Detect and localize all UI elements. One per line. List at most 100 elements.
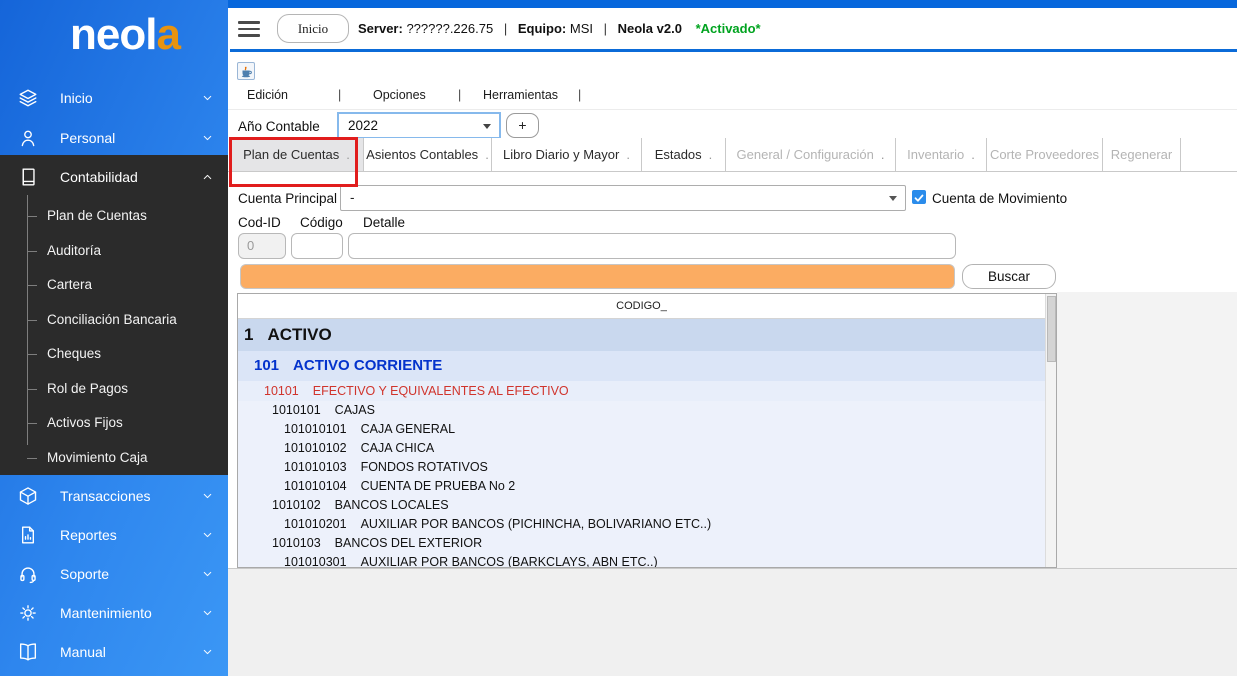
sidebar-item-activos-fijos[interactable]: Activos Fijos: [0, 406, 228, 441]
sidebar-item-label: Transacciones: [60, 488, 151, 504]
year-value: 2022: [348, 118, 378, 133]
menu-opciones[interactable]: Opciones: [373, 88, 426, 102]
java-app-icon: [237, 62, 255, 80]
tabbar-divider: [228, 171, 1237, 172]
table-row[interactable]: 101010101CAJA GENERAL: [238, 420, 1045, 439]
chevron-down-icon: [201, 92, 214, 105]
sidebar-item-plan-de-cuentas[interactable]: Plan de Cuentas: [0, 199, 228, 234]
tab-estados[interactable]: Estados.: [642, 138, 726, 172]
cuenta-principal-value: -: [350, 190, 355, 205]
chevron-down-icon: [201, 132, 214, 145]
chevron-down-icon: [889, 196, 897, 201]
server-label: Server:: [358, 21, 403, 36]
cuenta-principal-label: Cuenta Principal: [238, 191, 337, 206]
tab-plan-de-cuentas[interactable]: Plan de Cuentas.: [230, 138, 364, 172]
detalle-field[interactable]: [348, 233, 956, 259]
gear-icon: [17, 602, 39, 624]
chevron-down-icon: [201, 490, 214, 503]
cuenta-movimiento-label: Cuenta de Movimiento: [932, 191, 1067, 206]
sidebar-item-label: Personal: [60, 130, 115, 146]
sidebar: neola Inicio Personal Contabilidad Plan …: [0, 0, 228, 676]
server-value: ??????.226.75: [406, 21, 493, 36]
cuenta-movimiento-checkbox[interactable]: [912, 190, 926, 204]
sidebar-item-label: Reportes: [60, 527, 117, 543]
sidebar-item-contabilidad[interactable]: Contabilidad: [0, 155, 228, 199]
menu-herramientas[interactable]: Herramientas: [483, 88, 558, 102]
sidebar-item-inicio[interactable]: Inicio: [0, 78, 228, 118]
menu-separator: |: [338, 88, 341, 102]
cuenta-principal-select[interactable]: -: [340, 185, 906, 211]
sidebar-item-mantenimiento[interactable]: Mantenimiento: [0, 593, 228, 633]
ledger-icon: [17, 166, 39, 188]
menu-edicion[interactable]: Edición: [247, 88, 288, 102]
logo-accent-letter: a: [156, 10, 179, 59]
equipo-value: MSI: [570, 21, 593, 36]
equipo-label: Equipo:: [518, 21, 566, 36]
sidebar-item-movimiento-caja[interactable]: Movimiento Caja: [0, 441, 228, 476]
sidebar-expanded-section: Contabilidad Plan de Cuentas Auditoría C…: [0, 155, 228, 475]
sidebar-item-manual[interactable]: Manual: [0, 632, 228, 672]
table-row[interactable]: 1010101CAJAS: [238, 401, 1045, 420]
contabilidad-submenu: Plan de Cuentas Auditoría Cartera Concil…: [0, 199, 228, 475]
table-row[interactable]: 101010201AUXILIAR POR BANCOS (PICHINCHA,…: [238, 515, 1045, 534]
table-row[interactable]: 101010104CUENTA DE PRUEBA No 2: [238, 477, 1045, 496]
cod-id-field: 0: [238, 233, 286, 259]
sidebar-item-soporte[interactable]: Soporte: [0, 554, 228, 594]
headset-icon: [17, 563, 39, 585]
chevron-down-icon: [201, 568, 214, 581]
tab-asientos-contables[interactable]: Asientos Contables.: [364, 138, 492, 172]
buscar-button[interactable]: Buscar: [962, 264, 1056, 289]
sidebar-item-cartera[interactable]: Cartera: [0, 268, 228, 303]
report-icon: [17, 524, 39, 546]
layers-icon: [17, 87, 39, 109]
sidebar-item-auditoria[interactable]: Auditoría: [0, 234, 228, 269]
table-scrollbar[interactable]: [1045, 294, 1056, 567]
chevron-down-icon: [483, 124, 491, 129]
sidebar-item-reportes[interactable]: Reportes: [0, 515, 228, 555]
table-rows: 1ACTIVO 101ACTIVO CORRIENTE 10101EFECTIV…: [238, 319, 1045, 567]
server-status-line: Server: ??????.226.75 | Equipo: MSI | Ne…: [358, 21, 761, 36]
table-row[interactable]: 10101EFECTIVO Y EQUIVALENTES AL EFECTIVO: [238, 381, 1045, 401]
sidebar-item-rol-de-pagos[interactable]: Rol de Pagos: [0, 372, 228, 407]
scrollbar-thumb[interactable]: [1047, 296, 1056, 362]
table-row[interactable]: 101010301AUXILIAR POR BANCOS (BARKCLAYS,…: [238, 553, 1045, 567]
person-icon: [17, 127, 39, 149]
table-row[interactable]: 101010102CAJA CHICA: [238, 439, 1045, 458]
home-button[interactable]: Inicio: [277, 14, 349, 43]
chevron-down-icon: [201, 607, 214, 620]
tab-libro-diario-y-mayor[interactable]: Libro Diario y Mayor.: [492, 138, 642, 172]
year-select[interactable]: 2022: [337, 112, 501, 139]
menu-separator: |: [578, 88, 581, 102]
table-row[interactable]: 1ACTIVO: [238, 319, 1045, 351]
year-label: Año Contable: [238, 119, 320, 134]
content-background: [1057, 292, 1237, 569]
table-row[interactable]: 101010103FONDOS ROTATIVOS: [238, 458, 1045, 477]
column-header-codigo[interactable]: CODIGO_: [238, 294, 1045, 319]
sidebar-item-cheques[interactable]: Cheques: [0, 337, 228, 372]
sidebar-item-label: Mantenimiento: [60, 605, 152, 621]
tab-regenerar: Regenerar: [1103, 138, 1181, 172]
sidebar-item-conciliacion-bancaria[interactable]: Conciliación Bancaria: [0, 303, 228, 338]
sidebar-item-transacciones[interactable]: Transacciones: [0, 476, 228, 516]
table-row[interactable]: 1010103BANCOS DEL EXTERIOR: [238, 534, 1045, 553]
sidebar-item-label: Contabilidad: [60, 169, 138, 185]
sidebar-item-label: Manual: [60, 644, 106, 660]
sidebar-item-personal[interactable]: Personal: [0, 118, 228, 158]
codigo-field[interactable]: [291, 233, 343, 259]
chevron-down-icon: [201, 646, 214, 659]
add-year-button[interactable]: +: [506, 113, 539, 138]
search-highlight-bar[interactable]: [240, 264, 955, 289]
table-row[interactable]: 1010102BANCOS LOCALES: [238, 496, 1045, 515]
app-version: Neola v2.0: [618, 21, 682, 36]
sidebar-item-label: Inicio: [60, 90, 93, 106]
window-top-strip: [228, 0, 1237, 8]
book-icon: [17, 641, 39, 663]
content-background: [228, 568, 1237, 676]
tab-inventario: Inventario.: [896, 138, 987, 172]
table-row[interactable]: 101ACTIVO CORRIENTE: [238, 351, 1045, 381]
menu-divider: [228, 109, 1237, 110]
hamburger-menu-icon[interactable]: [238, 21, 260, 38]
cod-id-label: Cod-ID: [238, 215, 281, 230]
tab-bar: Plan de Cuentas. Asientos Contables. Lib…: [230, 138, 1181, 172]
tab-general-configuracion: General / Configuración.: [726, 138, 896, 172]
